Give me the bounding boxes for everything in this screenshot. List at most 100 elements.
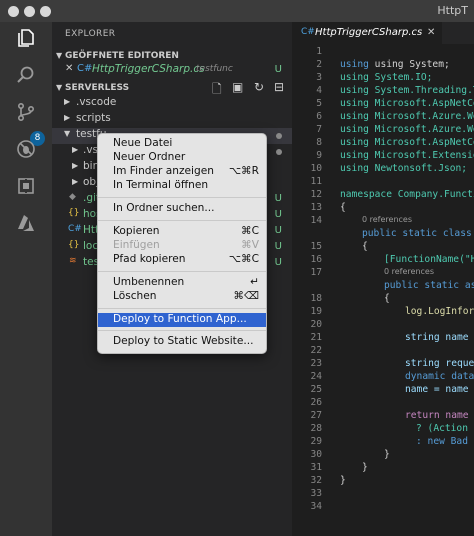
window-title: HttpT bbox=[437, 4, 468, 17]
line-number: 12 bbox=[310, 189, 322, 200]
code-line-19: { bbox=[384, 293, 390, 304]
tree-item-vscode[interactable]: ▶ .vscode bbox=[52, 96, 292, 112]
code-line-6: using Microsoft.Azure.Web bbox=[340, 111, 474, 122]
csharp-file-icon: C# bbox=[77, 63, 93, 74]
code-text: using Microsoft.AspNetCor bbox=[340, 137, 474, 148]
line-number: 24 bbox=[310, 371, 322, 382]
open-editor-filename: HttpTriggerCSharp.cs bbox=[92, 63, 205, 75]
menu-separator bbox=[98, 271, 266, 272]
untracked-status: U bbox=[274, 257, 282, 268]
tree-item-label: .vs bbox=[83, 144, 99, 156]
explorer-title: EXPLORER bbox=[65, 29, 116, 39]
json-file-icon: {} bbox=[68, 240, 80, 250]
code-text: } bbox=[362, 462, 368, 473]
context-menu: Neue Datei Neuer Ordner Im Finder anzeig… bbox=[97, 133, 267, 354]
minimize-window-button[interactable] bbox=[24, 6, 35, 17]
line-number: 11 bbox=[310, 176, 322, 187]
json-file-icon: {} bbox=[68, 208, 80, 218]
untracked-status: U bbox=[274, 225, 282, 236]
code-text: using Microsoft.Azure.Web bbox=[340, 111, 474, 122]
line-number: 15 bbox=[310, 241, 322, 252]
menu-item-rename[interactable]: Umbenennen ↵ bbox=[98, 276, 266, 290]
line-number: 5 bbox=[316, 98, 322, 109]
code-line-33: } bbox=[340, 475, 346, 486]
menu-item-new-file[interactable]: Neue Datei bbox=[98, 137, 266, 151]
collapse-icon[interactable]: ⊟ bbox=[274, 80, 284, 94]
chevron-right-icon: ▶ bbox=[64, 113, 71, 122]
code-line-2: using using System; bbox=[340, 59, 450, 70]
menu-item-delete[interactable]: Löschen ⌘⌫ bbox=[98, 290, 266, 304]
menu-item-deploy-function-app[interactable]: Deploy to Function App... bbox=[98, 313, 266, 327]
tree-item-label: loc bbox=[83, 240, 99, 252]
code-text: ? (Action bbox=[416, 423, 468, 434]
tab-httptrigger[interactable]: C# HttpTriggerCSharp.cs ✕ bbox=[292, 22, 442, 44]
menu-item-label: Umbenennen bbox=[113, 276, 185, 288]
code-line-29: ? (Action bbox=[416, 423, 468, 434]
close-window-button[interactable] bbox=[8, 6, 19, 17]
files-icon[interactable] bbox=[10, 22, 42, 54]
line-number: 16 bbox=[310, 254, 322, 265]
menu-item-label: Einfügen bbox=[113, 239, 160, 251]
code-editor[interactable]: 1 2 3 4 5 6 7 8 9 10 11 12 13 14 15 16 17 18 19 20 21 22 23 24 2… bbox=[292, 44, 474, 536]
activity-bar: 8 bbox=[0, 22, 52, 536]
menu-item-label: Deploy to Static Website... bbox=[113, 335, 254, 347]
source-control-icon[interactable] bbox=[10, 96, 42, 128]
code-text: return name ! bbox=[405, 410, 474, 421]
code-line-3: using System.IO; bbox=[340, 72, 432, 83]
menu-separator bbox=[98, 220, 266, 221]
menu-item-shortcut: ⌥⌘R bbox=[228, 165, 259, 177]
code-line-16: { bbox=[362, 241, 368, 252]
menu-item-copy-path[interactable]: Pfad kopieren ⌥⌘C bbox=[98, 253, 266, 267]
line-number: 25 bbox=[310, 384, 322, 395]
menu-item-shortcut: ↵ bbox=[250, 276, 259, 288]
csharp-file-icon: C# bbox=[68, 224, 82, 234]
azure-icon[interactable] bbox=[10, 207, 42, 239]
line-number: 18 bbox=[310, 293, 322, 304]
untracked-status: U bbox=[274, 64, 282, 75]
codelens-references[interactable]: 0 references bbox=[362, 215, 412, 224]
new-folder-icon[interactable]: ▣ bbox=[232, 80, 243, 94]
search-icon[interactable] bbox=[10, 59, 42, 91]
line-number: 10 bbox=[310, 163, 322, 174]
menu-item-copy[interactable]: Kopieren ⌘C bbox=[98, 225, 266, 239]
line-number: 3 bbox=[316, 72, 322, 83]
code-line-17: [FunctionName("Ht bbox=[384, 254, 474, 265]
chevron-right-icon: ▶ bbox=[72, 161, 79, 170]
menu-item-label: Im Finder anzeigen bbox=[113, 165, 214, 177]
menu-separator bbox=[98, 197, 266, 198]
code-text: name = name ? bbox=[405, 384, 474, 395]
code-text: dynamic data bbox=[405, 371, 474, 382]
menu-item-deploy-static-website[interactable]: Deploy to Static Website... bbox=[98, 335, 266, 349]
code-line-13: { bbox=[340, 202, 346, 213]
chevron-down-icon: ▼ bbox=[64, 129, 71, 138]
menu-item-open-in-terminal[interactable]: In Terminal öffnen bbox=[98, 179, 266, 193]
code-line-30: : new Bad bbox=[416, 436, 468, 447]
menu-item-reveal-in-finder[interactable]: Im Finder anzeigen ⌥⌘R bbox=[98, 165, 266, 179]
tree-item-label: scripts bbox=[76, 112, 111, 124]
menu-item-find-in-folder[interactable]: In Ordner suchen... bbox=[98, 202, 266, 216]
refresh-icon[interactable]: ↻ bbox=[254, 80, 264, 94]
close-icon[interactable]: ✕ bbox=[65, 63, 73, 74]
menu-item-label: Deploy to Function App... bbox=[113, 313, 247, 325]
menu-item-label: Pfad kopieren bbox=[113, 253, 186, 265]
codelens-references[interactable]: 0 references bbox=[384, 267, 434, 276]
code-text: using Microsoft.Extension bbox=[340, 150, 474, 161]
code-text: using Microsoft.Azure.Web bbox=[340, 124, 474, 135]
untracked-status: U bbox=[274, 209, 282, 220]
tree-item-scripts[interactable]: ▶ scripts bbox=[52, 112, 292, 128]
line-number: 20 bbox=[310, 319, 322, 330]
maximize-window-button[interactable] bbox=[40, 6, 51, 17]
code-text: string reques bbox=[405, 358, 474, 369]
debug-icon[interactable] bbox=[10, 133, 42, 165]
menu-item-new-folder[interactable]: Neuer Ordner bbox=[98, 151, 266, 165]
extensions-icon[interactable] bbox=[10, 170, 42, 202]
menu-item-label: In Terminal öffnen bbox=[113, 179, 209, 191]
code-text: { bbox=[384, 293, 390, 304]
close-icon[interactable]: ✕ bbox=[427, 27, 435, 38]
code-line-31: } bbox=[384, 449, 390, 460]
code-line-25: dynamic data bbox=[405, 371, 474, 382]
open-editor-item[interactable]: ✕ C# HttpTriggerCSharp.cs testfunc U bbox=[52, 63, 292, 79]
vscode-window: HttpT 8 EXPLORER ▼ GEÖFFNETE EDITOREN ✕ … bbox=[0, 0, 474, 536]
code-line-24: string reques bbox=[405, 358, 474, 369]
menu-item-label: Neuer Ordner bbox=[113, 151, 186, 163]
